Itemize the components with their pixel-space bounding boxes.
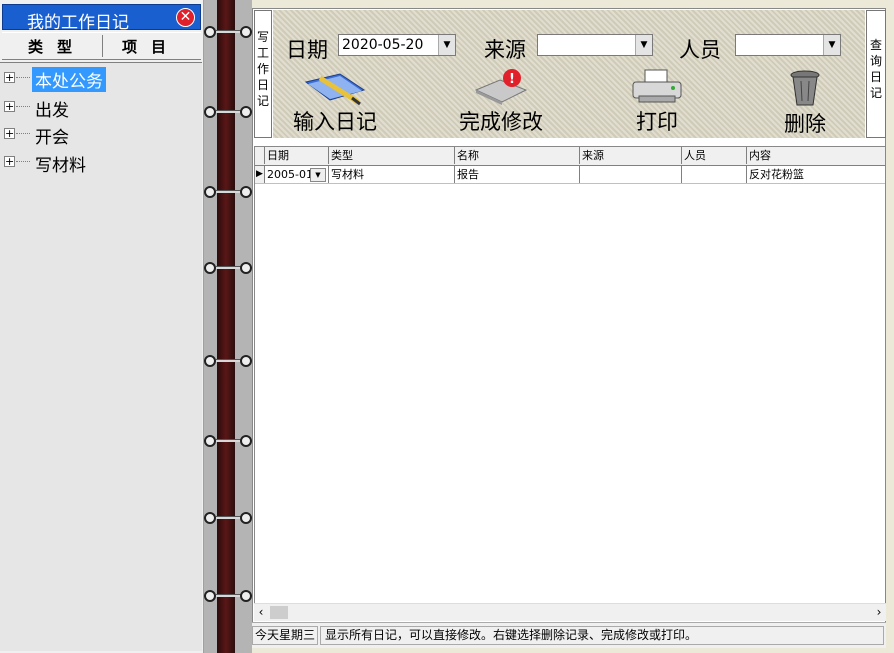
source-label: 来源 [484, 38, 526, 62]
column-person[interactable]: 人员 [682, 147, 747, 164]
column-type[interactable]: 类型 [28, 36, 86, 57]
chevron-down-icon[interactable]: ▼ [438, 35, 455, 55]
source-select[interactable]: ▼ [537, 34, 653, 56]
expand-icon[interactable]: + [4, 156, 15, 167]
binder-ring-icon [204, 106, 252, 118]
cell-name[interactable]: 报告 [455, 166, 580, 183]
delete-label: 删除 [784, 112, 826, 136]
cell-type[interactable]: 写材料 [329, 166, 455, 183]
column-name[interactable]: 名称 [455, 147, 580, 164]
expand-icon[interactable]: + [4, 128, 15, 139]
finish-edit-button[interactable]: ! 完成修改 [451, 68, 551, 136]
column-date[interactable]: 日期 [265, 147, 329, 164]
tree-node-label[interactable]: 开会 [32, 123, 72, 148]
binder-ring-icon [204, 355, 252, 367]
binder-ring-icon [204, 435, 252, 447]
binder-ring-icon [204, 262, 252, 274]
chevron-down-icon[interactable]: ▼ [823, 35, 840, 55]
chevron-down-icon[interactable]: ▼ [635, 35, 652, 55]
expand-icon[interactable]: + [4, 101, 15, 112]
cell-content[interactable]: 反对花粉篮 [747, 166, 885, 183]
delete-button[interactable]: 删除 [765, 68, 845, 138]
category-panel: 我的工作日记 ✕ 类型 项目 + 本处公务 + 出发 + 开会 + 写材料 [0, 0, 204, 653]
toolbar: 日期 2020-05-20 ▼ 来源 ▼ 人员 ▼ 输入日记 ! 完成修改 打印… [273, 10, 865, 138]
notebook-pencil-icon [300, 68, 370, 106]
tab-query-label: 查询日记 [870, 38, 883, 100]
printer-icon [627, 68, 687, 106]
column-source[interactable]: 来源 [580, 147, 682, 164]
panel-titlebar: 我的工作日记 ✕ [2, 4, 201, 33]
print-label: 打印 [636, 110, 678, 134]
column-item[interactable]: 项目 [122, 36, 180, 57]
tree-node-label[interactable]: 写材料 [32, 151, 89, 176]
date-value: 2020-05-20 [342, 37, 424, 53]
tree-node-label[interactable]: 本处公务 [32, 67, 106, 92]
chevron-down-icon[interactable]: ▼ [310, 168, 326, 182]
horizontal-scrollbar[interactable]: ‹ › [254, 603, 886, 621]
person-select[interactable]: ▼ [735, 34, 841, 56]
tree-column-header: 类型 项目 [2, 32, 201, 60]
binder-ring-icon [204, 512, 252, 524]
binder-ring-icon [204, 26, 252, 38]
close-icon[interactable]: ✕ [176, 8, 195, 27]
spine-binding [217, 0, 235, 653]
binder-ring-icon [204, 186, 252, 198]
date-picker[interactable]: 2020-05-20 ▼ [338, 34, 456, 56]
cell-date[interactable]: 2005-01 ▼ [265, 166, 329, 183]
table-row[interactable]: ▶ 2005-01 ▼ 写材料 报告 反对花粉篮 [255, 166, 885, 184]
input-diary-button[interactable]: 输入日记 [285, 68, 385, 136]
table-header: 日期 类型 名称 来源 人员 内容 [255, 147, 885, 166]
column-type[interactable]: 类型 [329, 147, 455, 164]
expand-icon[interactable]: + [4, 72, 15, 83]
tree-node-label[interactable]: 出发 [32, 96, 72, 121]
input-diary-label: 输入日记 [293, 110, 377, 134]
scroll-thumb[interactable] [270, 606, 288, 619]
status-weekday: 今天星期三 [252, 626, 318, 645]
person-label: 人员 [679, 38, 721, 62]
print-button[interactable]: 打印 [617, 68, 697, 136]
diary-table: 日期 类型 名称 来源 人员 内容 ▶ 2005-01 ▼ 写材料 报告 反对花… [254, 146, 886, 620]
status-bar: 今天星期三 显示所有日记，可以直接修改。右键选择删除记录、完成修改或打印。 [252, 622, 886, 648]
date-label: 日期 [286, 38, 328, 62]
row-pointer-icon: ▶ [255, 166, 265, 183]
scroll-left-icon[interactable]: ‹ [254, 604, 268, 621]
binder-ring-icon [204, 590, 252, 602]
finish-edit-label: 完成修改 [459, 110, 543, 134]
cell-person[interactable] [682, 166, 747, 183]
scroll-right-icon[interactable]: › [872, 604, 886, 621]
tab-write-label: 写工作日记 [257, 30, 270, 108]
category-tree: + 本处公务 + 出发 + 开会 + 写材料 [0, 62, 202, 651]
column-content[interactable]: 内容 [747, 147, 885, 164]
cell-source[interactable] [580, 166, 682, 183]
save-alert-icon: ! [466, 68, 536, 106]
trash-icon [785, 68, 825, 108]
tab-write-diary[interactable]: 写工作日记 [254, 10, 272, 138]
status-hint: 显示所有日记，可以直接修改。右键选择删除记录、完成修改或打印。 [320, 626, 884, 645]
svg-text:!: ! [509, 72, 515, 87]
tab-query-diary[interactable]: 查询日记 [866, 10, 886, 138]
panel-title: 我的工作日记 [27, 13, 129, 33]
